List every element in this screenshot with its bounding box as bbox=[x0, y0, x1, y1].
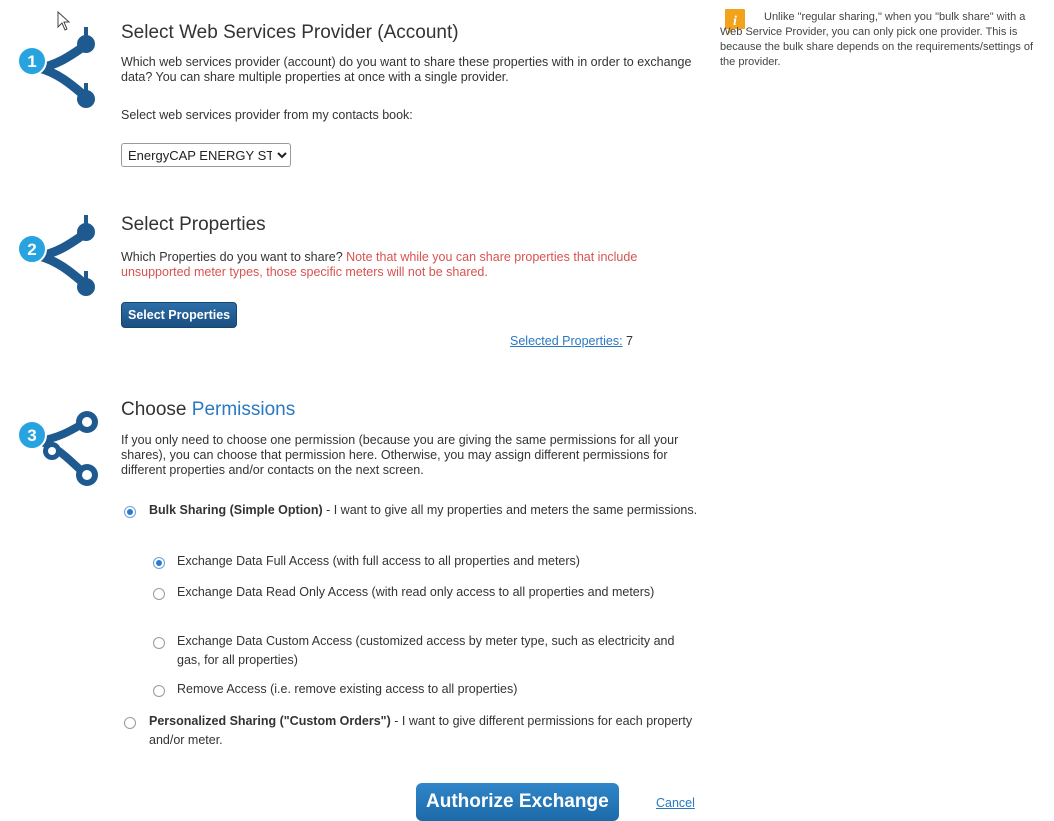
personalized-sharing-title: Personalized Sharing ("Custom Orders") bbox=[149, 714, 391, 728]
step-1-number: 1 bbox=[27, 52, 36, 71]
step-1-description: Which web services provider (account) do… bbox=[121, 55, 692, 84]
step-2-share-icon: 2 bbox=[17, 215, 95, 296]
step-2-title: Select Properties bbox=[121, 214, 266, 235]
info-note-text: Unlike "regular sharing," when you "bulk… bbox=[720, 11, 1034, 68]
custom-access-label: Exchange Data Custom Access (customized … bbox=[177, 634, 675, 667]
custom-access-radio[interactable] bbox=[153, 637, 165, 649]
permissions-link[interactable]: Permissions bbox=[192, 399, 295, 420]
step-3-title-prefix: Choose bbox=[121, 399, 187, 420]
step-2-description-block: Which Properties do you want to share? N… bbox=[121, 250, 691, 280]
step-3-title: Choose Permissions bbox=[121, 399, 295, 421]
bulk-sharing-desc: - I want to give all my properties and m… bbox=[322, 503, 698, 517]
remove-access-label: Remove Access (i.e. remove existing acce… bbox=[177, 682, 518, 696]
selected-properties-row: Selected Properties: 7 bbox=[510, 334, 633, 348]
remove-access-radio[interactable] bbox=[153, 685, 165, 697]
step-2-description: Which Properties do you want to share? bbox=[121, 250, 343, 264]
step-3-description: If you only need to choose one permissio… bbox=[121, 433, 679, 477]
personalized-sharing-label: Personalized Sharing ("Custom Orders") -… bbox=[149, 712, 719, 750]
provider-select[interactable]: EnergyCAP ENERGY STAR Admin (GS bbox=[121, 143, 291, 167]
cancel-link[interactable]: Cancel bbox=[656, 796, 695, 810]
full-access-label: Exchange Data Full Access (with full acc… bbox=[177, 554, 580, 568]
selected-properties-link[interactable]: Selected Properties: bbox=[510, 334, 623, 348]
personalized-sharing-radio[interactable] bbox=[124, 717, 136, 729]
select-properties-button[interactable]: Select Properties bbox=[121, 302, 238, 328]
step-1-title: Select Web Services Provider (Account) bbox=[121, 22, 459, 43]
provider-select-label: Select web services provider from my con… bbox=[121, 108, 413, 122]
step-3-number: 3 bbox=[27, 426, 36, 445]
authorize-exchange-button[interactable]: Authorize Exchange bbox=[416, 783, 619, 821]
bulk-sharing-label: Bulk Sharing (Simple Option) - I want to… bbox=[149, 501, 719, 520]
full-access-radio[interactable] bbox=[153, 557, 165, 569]
bulk-sharing-title: Bulk Sharing (Simple Option) bbox=[149, 503, 323, 517]
read-only-access-radio[interactable] bbox=[153, 588, 165, 600]
step-1-share-icon: 1 bbox=[17, 27, 95, 108]
selected-properties-count: 7 bbox=[626, 334, 633, 348]
bulk-sharing-radio[interactable] bbox=[124, 506, 136, 518]
step-3-permissions-icon: 3 bbox=[17, 411, 98, 486]
read-only-access-label: Exchange Data Read Only Access (with rea… bbox=[177, 585, 655, 599]
step-2-number: 2 bbox=[27, 240, 36, 259]
